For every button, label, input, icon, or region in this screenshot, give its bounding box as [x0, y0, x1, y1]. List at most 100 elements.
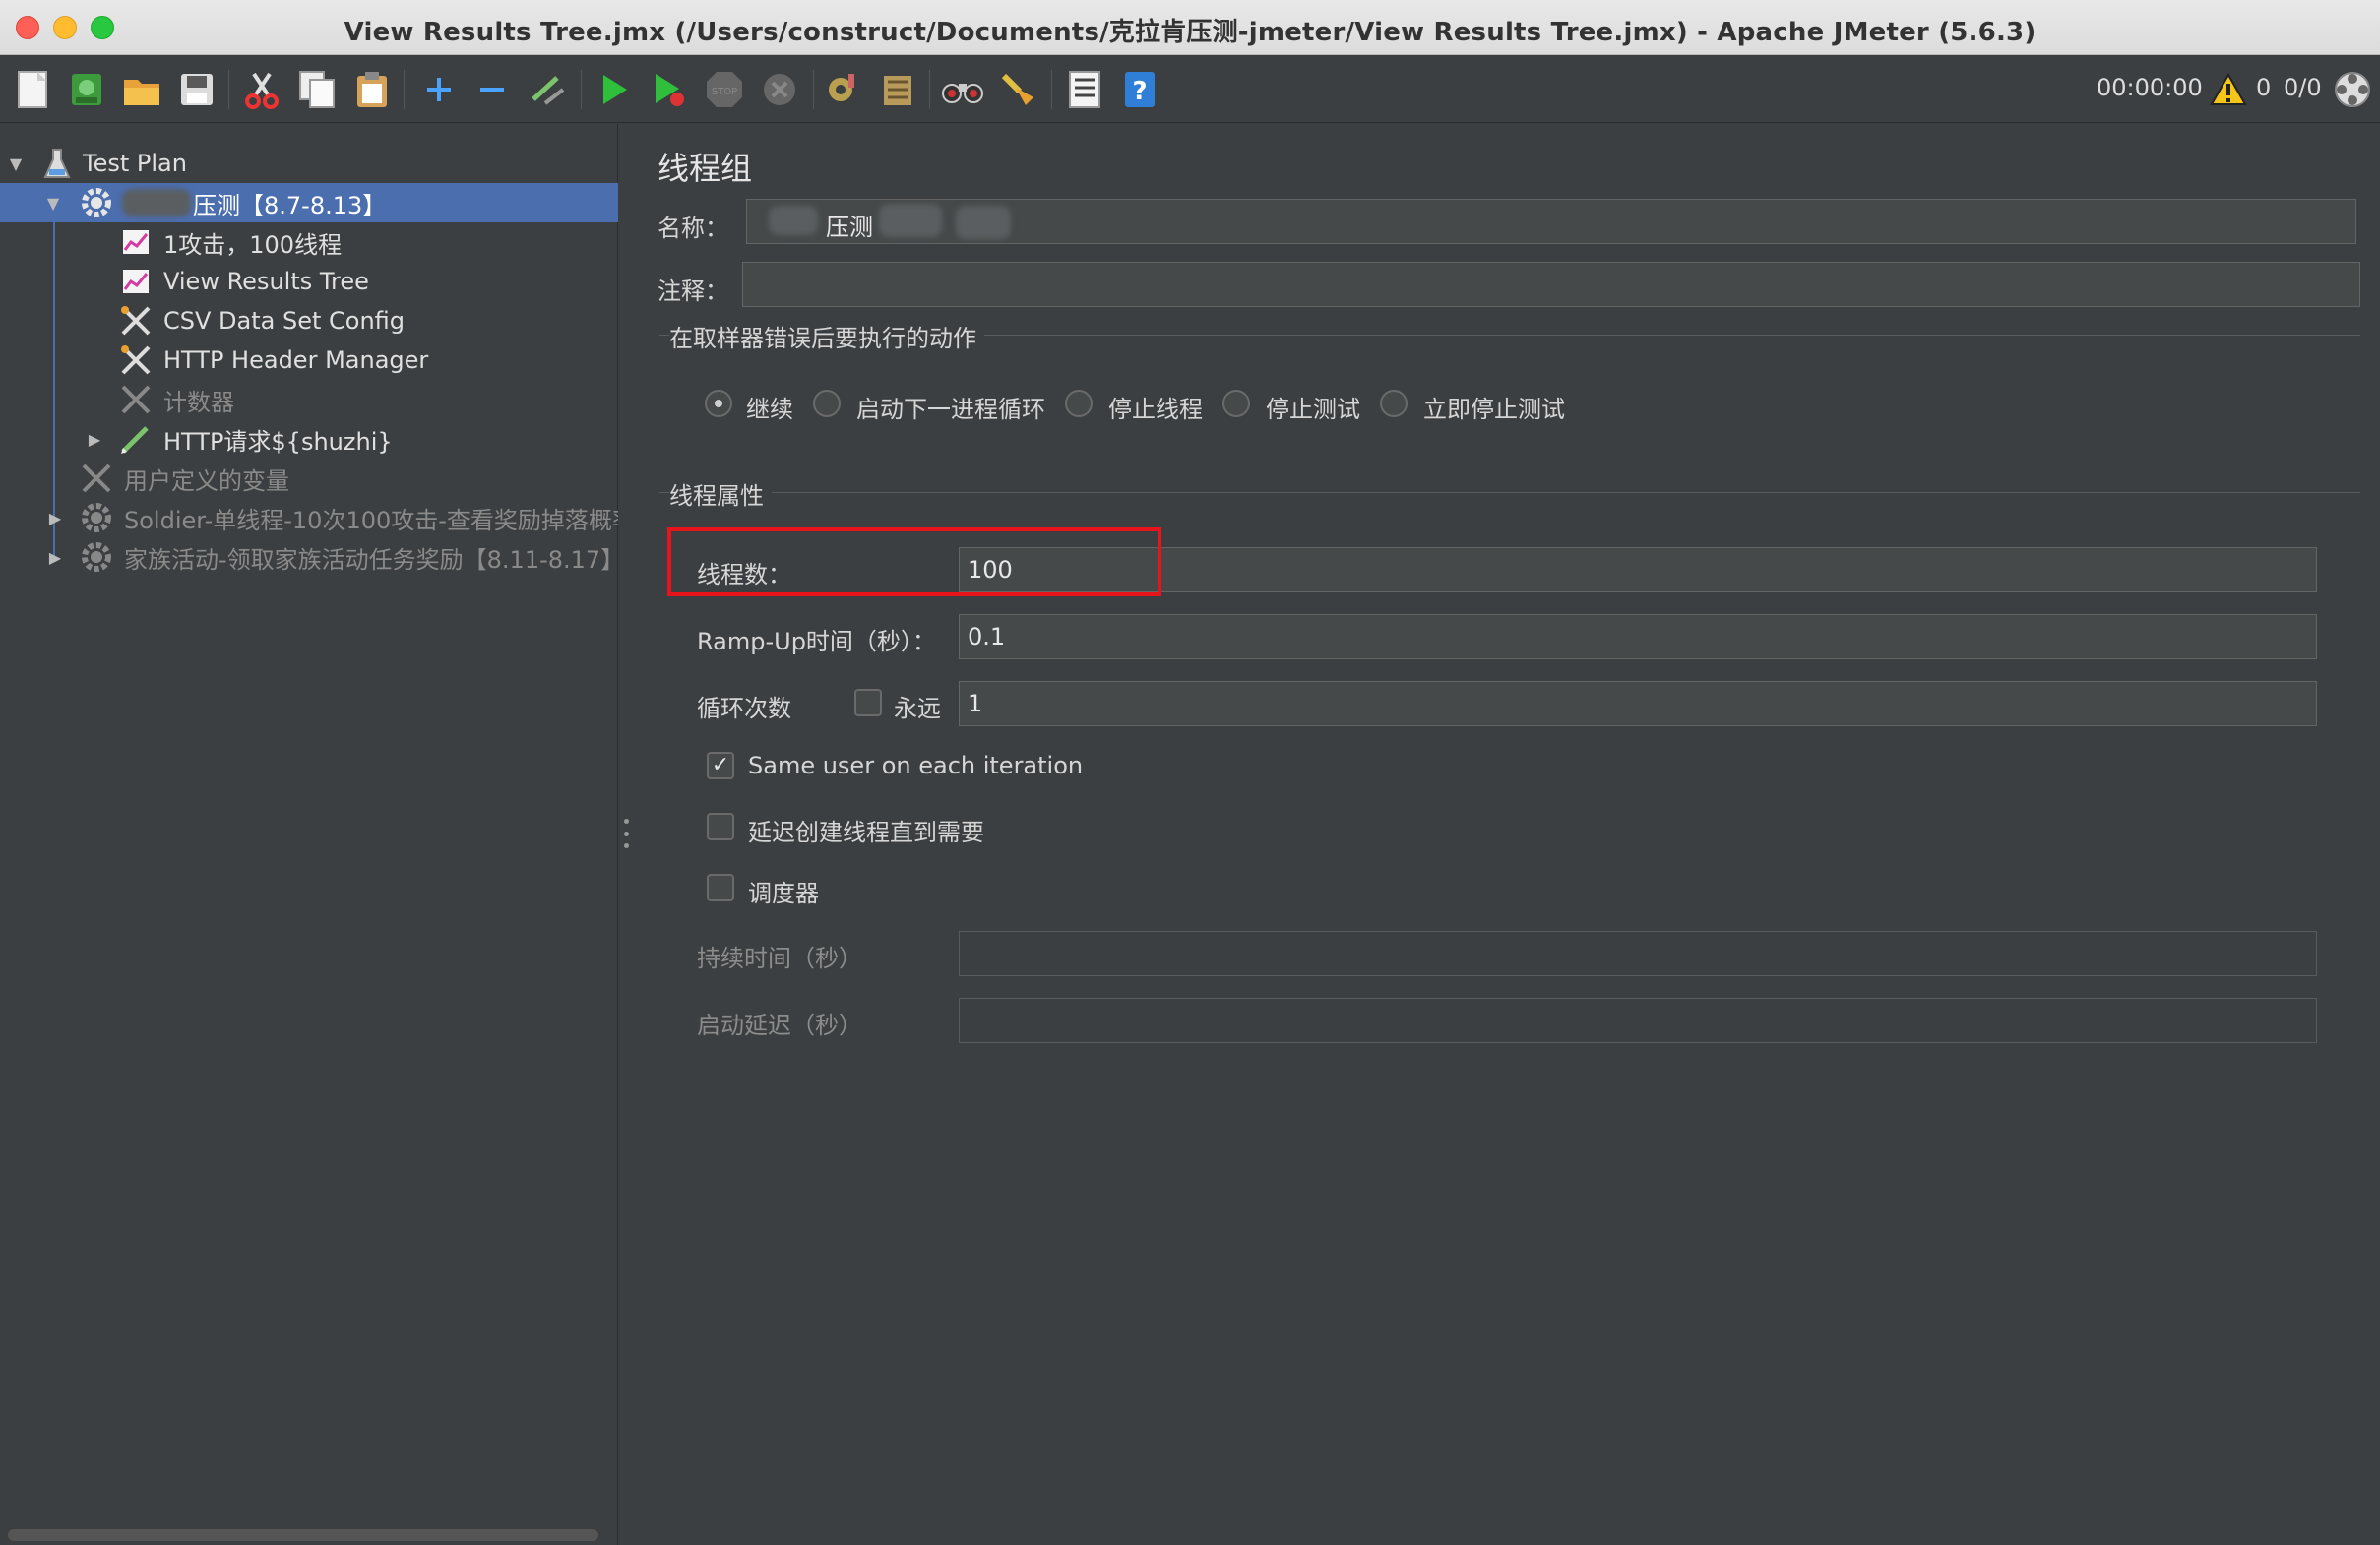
- panel-title: 线程组: [658, 150, 753, 187]
- listener-graph-icon: [118, 264, 154, 299]
- tree-item-user-defined-variables[interactable]: 用户定义的变量: [0, 459, 618, 498]
- tree-item-label: HTTP请求${shuzhi}: [163, 427, 393, 456]
- tree-item-label: View Results Tree: [163, 268, 369, 295]
- name-field[interactable]: 压测: [746, 199, 2356, 244]
- start-icon[interactable]: [593, 68, 636, 111]
- radio-start-next-loop-label: 启动下一进程循环: [856, 396, 1045, 423]
- radio-stop-test-label: 停止测试: [1266, 396, 1360, 423]
- scheduler-checkbox[interactable]: [707, 874, 734, 901]
- shutdown-icon[interactable]: [758, 68, 801, 111]
- clear-icon[interactable]: [821, 68, 864, 111]
- svg-text:STOP: STOP: [712, 87, 737, 97]
- expand-toggle-icon[interactable]: ▶: [45, 508, 65, 527]
- annotation-highlight-box: [667, 527, 1161, 596]
- expand-toggle-icon[interactable]: ▶: [45, 547, 65, 567]
- radio-start-next-loop[interactable]: [813, 390, 841, 417]
- thread-group-gear-icon: [79, 185, 114, 220]
- startup-delay-label: 启动延迟（秒）: [697, 1012, 862, 1039]
- stop-icon[interactable]: STOP: [703, 68, 746, 111]
- tree-item-label: 计数器: [163, 388, 234, 416]
- tree-item-view-results-tree[interactable]: View Results Tree: [0, 262, 618, 301]
- start-no-pauses-icon[interactable]: [648, 68, 691, 111]
- rampup-label: Ramp-Up时间（秒）：: [697, 628, 936, 655]
- split-pane-divider[interactable]: [622, 819, 630, 848]
- config-wrench-icon: [118, 382, 154, 417]
- tree-item-csv-data-set[interactable]: CSV Data Set Config: [0, 301, 618, 340]
- redacted-text: [879, 204, 942, 237]
- test-plan-tree: ▼ Test Plan ▼ 压测【8.7-8.13】 1攻击，100线程 Vie…: [0, 124, 618, 1545]
- delay-thread-creation-label: 延迟创建线程直到需要: [748, 819, 984, 846]
- forever-checkbox[interactable]: [854, 689, 882, 716]
- expand-toggle-icon[interactable]: ▼: [43, 193, 63, 213]
- tree-item-label: 家族活动-领取家族活动任务奖励【8.11-8.17】: [124, 545, 618, 574]
- duration-label: 持续时间（秒）: [697, 945, 862, 972]
- save-icon[interactable]: [175, 68, 219, 111]
- same-user-checkbox[interactable]: ✓: [707, 752, 734, 779]
- help-icon[interactable]: ?: [1118, 68, 1161, 111]
- rampup-field[interactable]: [959, 614, 2317, 659]
- radio-stop-thread[interactable]: [1065, 390, 1093, 417]
- tree-item-family-activity-thread-group[interactable]: ▶ 家族活动-领取家族活动任务奖励【8.11-8.17】: [0, 537, 618, 577]
- tree-item-label: HTTP Header Manager: [163, 346, 429, 374]
- tree-item-soldier-thread-group[interactable]: ▶ Soldier-单线程-10次100攻击-查看奖励掉落概率: [0, 498, 618, 537]
- startup-delay-field[interactable]: [959, 998, 2317, 1043]
- expand-all-icon[interactable]: [417, 68, 461, 111]
- thread-group-panel: 线程组 名称： 压测 注释： 在取样器错误后要执行的动作 继续 启动下一进程循环…: [640, 124, 2380, 1545]
- expand-toggle-icon[interactable]: ▶: [85, 429, 104, 449]
- listener-graph-icon: [118, 224, 154, 260]
- window-title: View Results Tree.jmx (/Users/construct/…: [344, 18, 2036, 47]
- collapse-all-icon[interactable]: [470, 68, 514, 111]
- active-threads: 0/0: [2284, 74, 2322, 101]
- tree-item-label: CSV Data Set Config: [163, 307, 406, 335]
- toolbar: STOP ? 00:00:00 0 0/0: [0, 56, 2380, 123]
- radio-stop-test[interactable]: [1222, 390, 1250, 417]
- scheduler-label: 调度器: [748, 880, 819, 907]
- jmeter-window: View Results Tree.jmx (/Users/construct/…: [0, 0, 2380, 1545]
- name-value: 压测: [826, 214, 873, 241]
- tree-item-label: Soldier-单线程-10次100攻击-查看奖励掉落概率: [124, 506, 618, 534]
- thread-properties-section-title: 线程属性: [669, 476, 772, 511]
- comment-field[interactable]: [742, 262, 2360, 307]
- thread-group-gear-icon: [79, 539, 114, 575]
- templates-icon[interactable]: [65, 68, 108, 111]
- same-user-label: Same user on each iteration: [748, 752, 1084, 779]
- comment-label: 注释：: [658, 278, 728, 305]
- cut-icon[interactable]: [240, 68, 283, 111]
- paste-icon[interactable]: [350, 68, 394, 111]
- expand-toggle-icon[interactable]: ▼: [6, 154, 26, 173]
- test-plan-icon: [39, 146, 75, 181]
- svg-text:?: ?: [1132, 77, 1147, 106]
- clear-all-icon[interactable]: [876, 68, 919, 111]
- tree-item-http-request[interactable]: ▶ HTTP请求${shuzhi}: [0, 419, 618, 459]
- name-label: 名称：: [658, 215, 728, 242]
- tree-item-http-header-manager[interactable]: HTTP Header Manager: [0, 340, 618, 380]
- tree-horizontal-scrollbar[interactable]: [8, 1529, 598, 1541]
- redacted-text: [122, 189, 191, 216]
- loop-count-field[interactable]: [959, 681, 2317, 726]
- tree-item-thread-group-selected[interactable]: ▼ 压测【8.7-8.13】: [0, 183, 618, 222]
- copy-icon[interactable]: [295, 68, 339, 111]
- tree-item-counter[interactable]: 计数器: [0, 380, 618, 419]
- tree-item-test-plan[interactable]: ▼ Test Plan: [0, 144, 618, 183]
- delay-thread-creation-checkbox[interactable]: [707, 813, 734, 840]
- radio-stop-thread-label: 停止线程: [1108, 396, 1203, 423]
- loop-count-label: 循环次数: [697, 695, 791, 722]
- radio-stop-test-now[interactable]: [1380, 390, 1408, 417]
- radio-continue-label: 继续: [746, 396, 793, 423]
- config-wrench-icon: [118, 303, 154, 339]
- reset-search-broom-icon[interactable]: [996, 68, 1039, 111]
- thread-count-field[interactable]: [959, 547, 2317, 592]
- search-binoculars-icon[interactable]: [941, 68, 984, 111]
- new-icon[interactable]: [12, 68, 55, 111]
- toggle-icon[interactable]: [526, 68, 569, 111]
- forever-label: 永远: [894, 695, 941, 722]
- tree-item-listener[interactable]: 1攻击，100线程: [0, 222, 618, 262]
- open-folder-icon[interactable]: [120, 68, 163, 111]
- warning-icon[interactable]: [2207, 68, 2250, 111]
- title-bar: View Results Tree.jmx (/Users/construct/…: [0, 0, 2380, 55]
- duration-field[interactable]: [959, 931, 2317, 976]
- elapsed-timer: 00:00:00: [2097, 74, 2203, 101]
- radio-continue[interactable]: [705, 390, 732, 417]
- function-helper-icon[interactable]: [1063, 68, 1106, 111]
- remote-status-icon[interactable]: [2331, 68, 2374, 111]
